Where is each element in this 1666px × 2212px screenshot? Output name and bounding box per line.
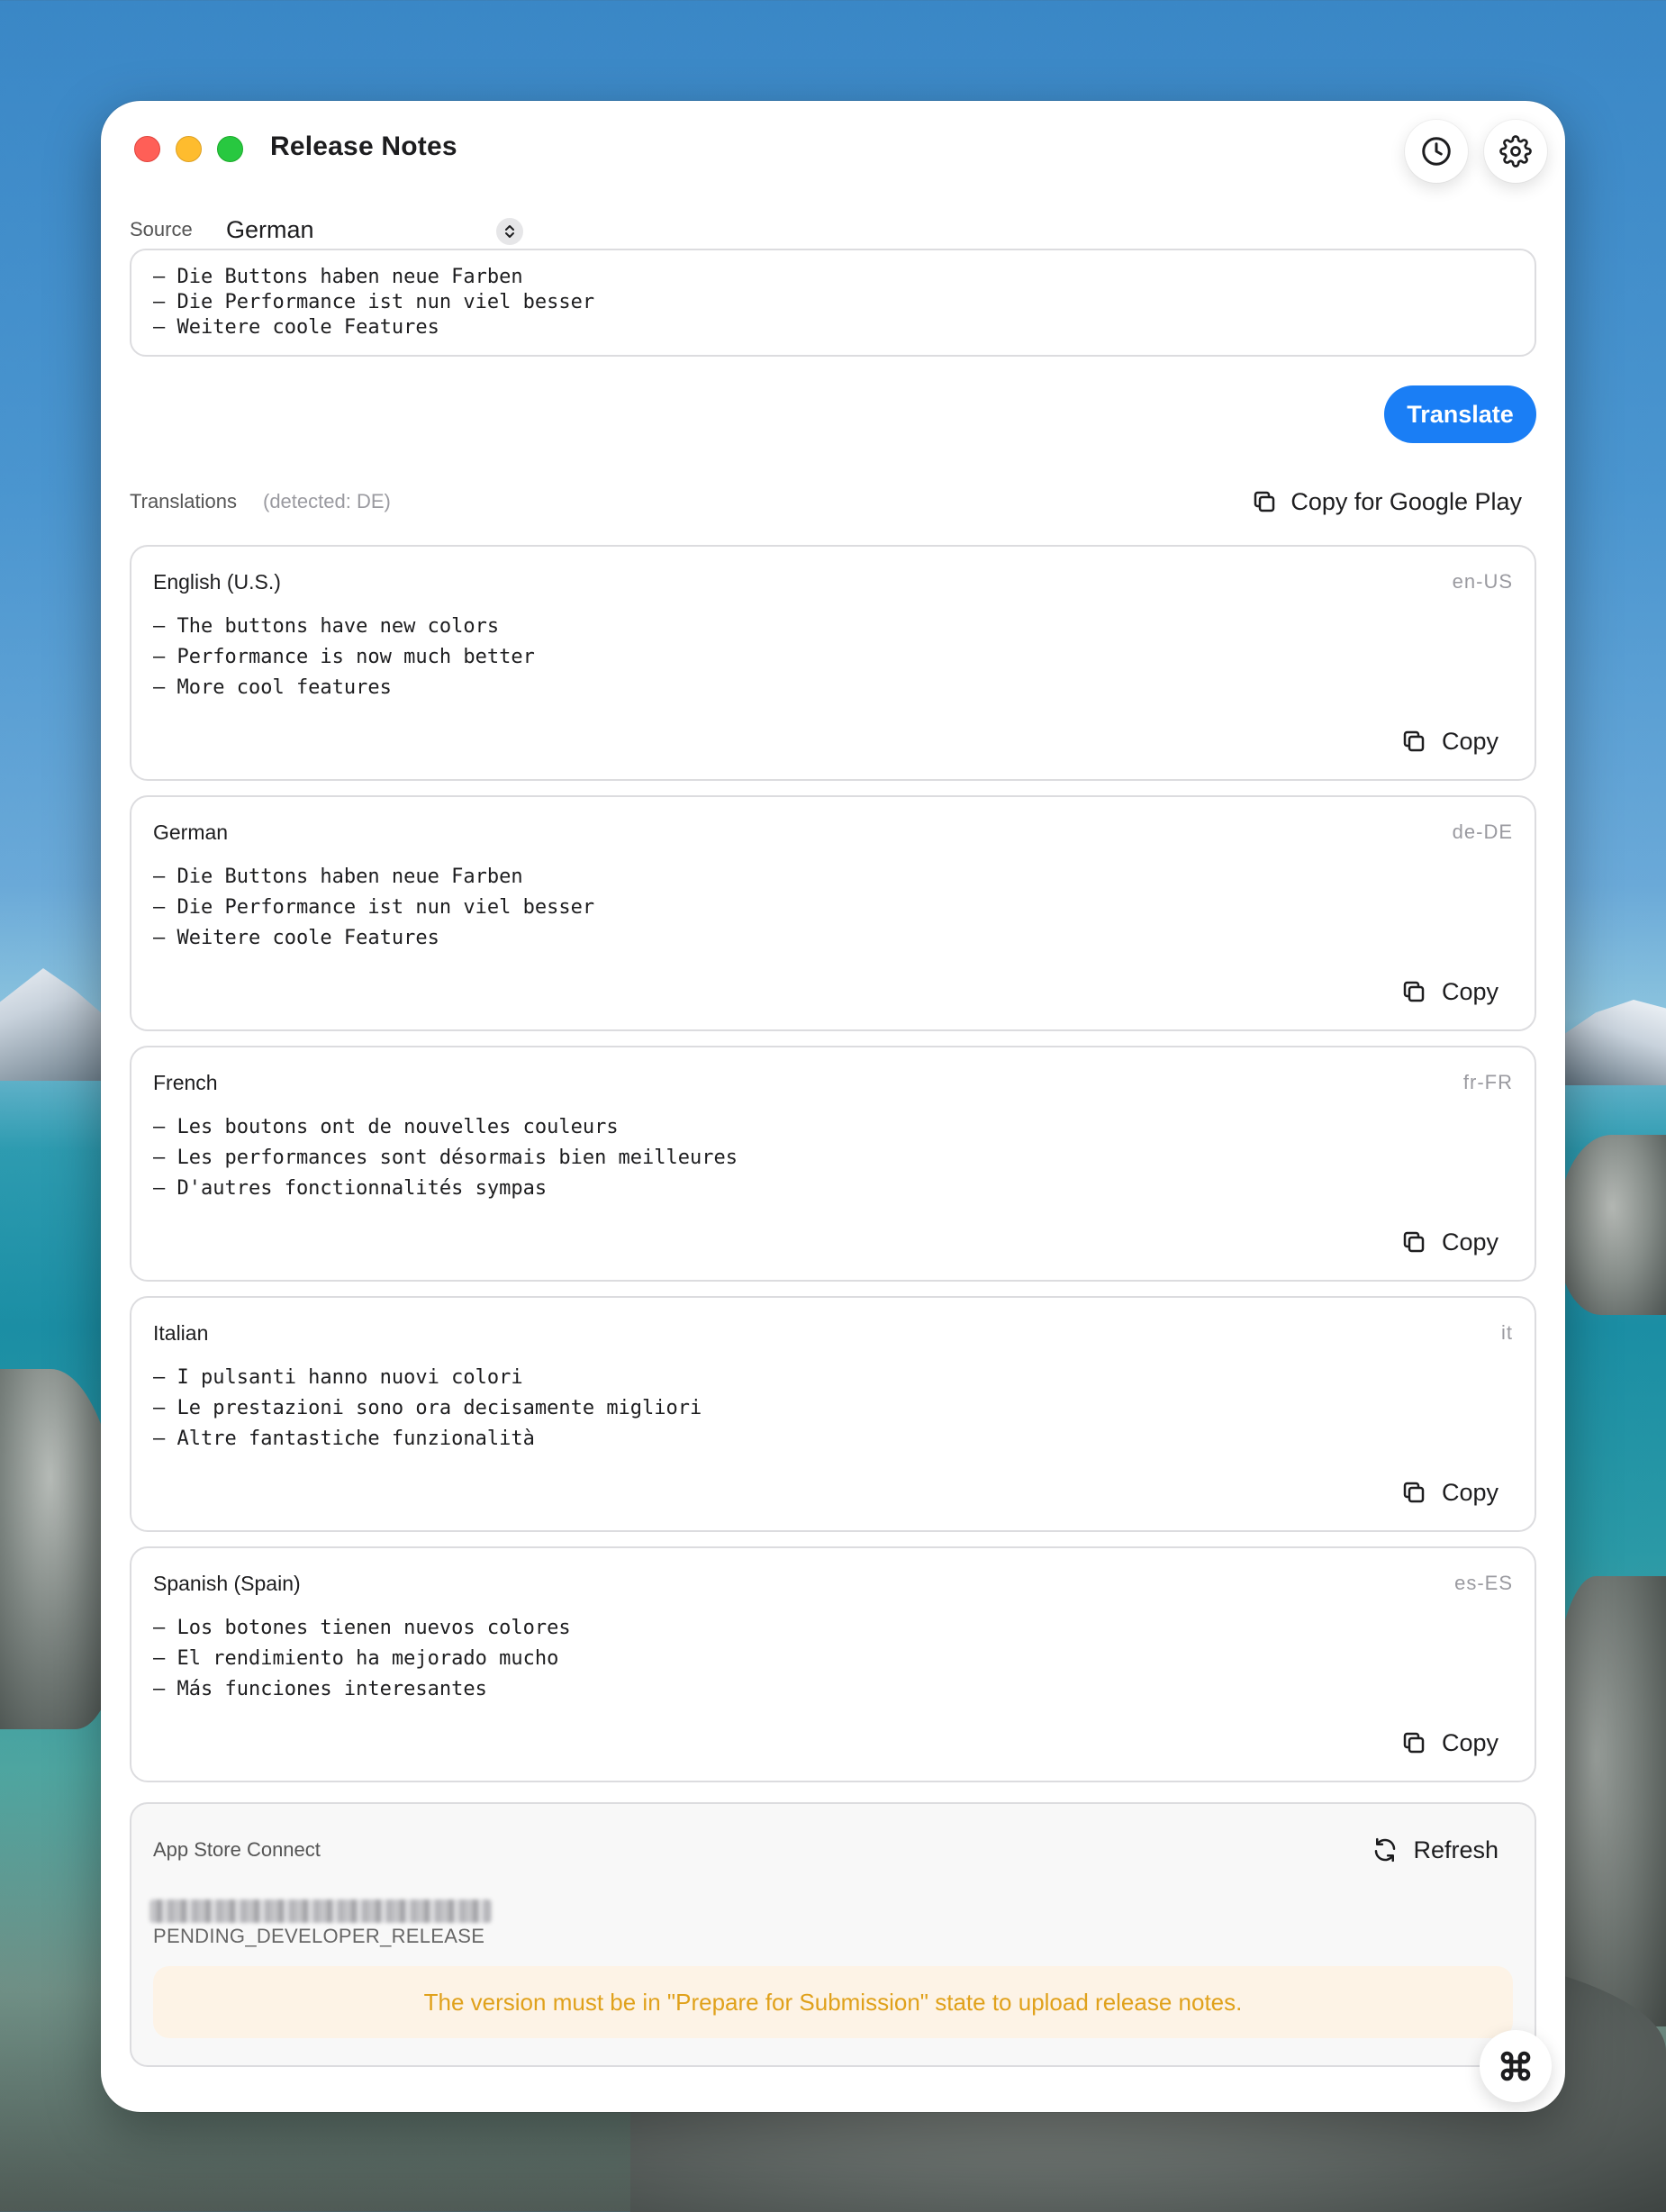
translate-button[interactable]: Translate <box>1384 385 1536 443</box>
card-translation-text[interactable]: – The buttons have new colors – Performa… <box>153 612 535 703</box>
copy-label: Copy <box>1441 727 1498 755</box>
warning-message: The version must be in "Prepare for Subm… <box>153 1966 1513 2038</box>
copy-button[interactable]: Copy <box>1400 721 1498 761</box>
app-store-connect-title: App Store Connect <box>153 1838 321 1861</box>
command-icon <box>1500 2051 1531 2081</box>
copy-label: Copy <box>1441 977 1498 1005</box>
source-label: Source <box>130 218 193 240</box>
copy-for-google-play-label: Copy for Google Play <box>1290 487 1522 515</box>
clock-icon <box>1422 137 1451 166</box>
copy-icon <box>1403 1231 1425 1253</box>
source-language-select[interactable]: German <box>226 207 523 252</box>
card-language: English (U.S.) <box>153 570 281 594</box>
source-row: Source German <box>130 207 1536 252</box>
translations-header: Translations (detected: DE) Copy for Goo… <box>130 479 1536 524</box>
version-status: PENDING_DEVELOPER_RELEASE <box>153 1925 485 1947</box>
background-mountain <box>1558 1000 1666 1085</box>
background-mountain <box>0 968 108 1081</box>
card-translation-text[interactable]: – Los botones tienen nuevos colores – El… <box>153 1613 571 1705</box>
refresh-icon <box>1375 1837 1396 1863</box>
card-translation-text[interactable]: – Les boutons ont de nouvelles couleurs … <box>153 1112 738 1204</box>
copy-icon <box>1403 1482 1425 1503</box>
refresh-button[interactable]: Refresh <box>1372 1827 1498 1872</box>
card-translation-text[interactable]: – I pulsanti hanno nuovi colori – Le pre… <box>153 1363 702 1455</box>
app-store-connect-panel: App Store Connect Refresh PENDING_DEVELO… <box>130 1802 1536 2067</box>
copy-label: Copy <box>1441 1228 1498 1256</box>
card-language: German <box>153 820 229 844</box>
command-button[interactable] <box>1480 2030 1552 2102</box>
translation-card-es-es: Spanish (Spain) es-ES – Los botones tien… <box>130 1546 1536 1782</box>
card-locale-code: en-US <box>1452 570 1513 593</box>
source-text-input[interactable]: – Die Buttons haben neue Farben – Die Pe… <box>130 249 1536 357</box>
copy-icon <box>1403 730 1425 752</box>
copy-label: Copy <box>1441 1478 1498 1506</box>
card-locale-code: de-DE <box>1452 820 1513 843</box>
translation-card-it: Italian it – I pulsanti hanno nuovi colo… <box>130 1296 1536 1532</box>
copy-button[interactable]: Copy <box>1400 972 1498 1011</box>
background-rock <box>1558 1135 1666 1315</box>
detected-language: (detected: DE) <box>263 490 391 512</box>
copy-button[interactable]: Copy <box>1400 1222 1498 1262</box>
translation-card-fr-fr: French fr-FR – Les boutons ont de nouvel… <box>130 1046 1536 1282</box>
card-translation-text[interactable]: – Die Buttons haben neue Farben – Die Pe… <box>153 862 594 954</box>
copy-icon <box>1403 1732 1425 1754</box>
copy-button[interactable]: Copy <box>1400 1723 1498 1763</box>
refresh-label: Refresh <box>1413 1836 1498 1863</box>
release-notes-window: Release Notes Source German – Die Button… <box>101 101 1565 2112</box>
copy-icon <box>1403 981 1425 1002</box>
source-language-value: German <box>226 216 314 243</box>
copy-label: Copy <box>1441 1728 1498 1756</box>
background-rock <box>1549 1576 1666 2026</box>
copy-for-google-play-button[interactable]: Copy for Google Play <box>1251 479 1522 524</box>
titlebar: Release Notes <box>101 101 1565 195</box>
card-locale-code: es-ES <box>1454 1572 1513 1594</box>
translation-card-de-de: German de-DE – Die Buttons haben neue Fa… <box>130 795 1536 1031</box>
card-locale-code: it <box>1501 1321 1513 1344</box>
zoom-window-button[interactable] <box>217 136 243 162</box>
settings-button[interactable] <box>1484 120 1547 183</box>
window-title: Release Notes <box>270 131 457 161</box>
gear-icon <box>1499 135 1532 168</box>
copy-button[interactable]: Copy <box>1400 1473 1498 1512</box>
translation-card-en-us: English (U.S.) en-US – The buttons have … <box>130 545 1536 781</box>
card-language: French <box>153 1071 218 1094</box>
history-button[interactable] <box>1405 120 1468 183</box>
translations-label: Translations <box>130 490 238 512</box>
card-locale-code: fr-FR <box>1462 1071 1513 1093</box>
minimize-window-button[interactable] <box>176 136 202 162</box>
redacted-app-name <box>149 1899 492 1923</box>
close-window-button[interactable] <box>134 136 160 162</box>
card-language: Italian <box>153 1321 209 1345</box>
card-language: Spanish (Spain) <box>153 1572 301 1595</box>
copy-icon <box>1254 491 1275 512</box>
chevron-up-down-icon <box>496 218 523 245</box>
